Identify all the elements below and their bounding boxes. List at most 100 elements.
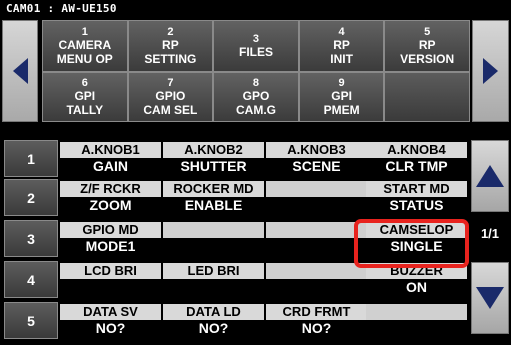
setting-cell-camselop[interactable]: CAMSELOP SINGLE (366, 222, 467, 255)
row-number-button[interactable]: 4 (4, 261, 58, 298)
menu-item-label: GPO (242, 88, 270, 103)
setting-value: CLR TMP (366, 158, 467, 175)
menu-item-rp-version[interactable]: 5 RP VERSION (384, 20, 470, 72)
menu-item-label: TALLY (66, 102, 104, 117)
menu-item-number: 7 (167, 76, 174, 89)
menu-item-gpo-cam-g[interactable]: 8 GPO CAM.G (213, 72, 299, 122)
setting-value: SINGLE (366, 238, 467, 255)
setting-cell[interactable]: DATA LD NO? (163, 304, 264, 337)
setting-label: DATA LD (163, 304, 264, 320)
setting-cell[interactable]: A.KNOB4 CLR TMP (366, 142, 467, 175)
setting-label (163, 222, 264, 238)
setting-label: CAMSELOP (366, 222, 467, 238)
menu-item-label: GPI (331, 88, 352, 103)
setting-label: CRD FRMT (266, 304, 367, 320)
setting-cell[interactable]: Z/F RCKR ZOOM (60, 181, 161, 214)
menu-grid: 1 CAMERA MENU OP 2 RP SETTING 3 FILES 4 … (42, 20, 470, 122)
setting-cell-empty (266, 263, 367, 296)
setting-label: A.KNOB1 (60, 142, 161, 158)
setting-cell-empty (366, 304, 467, 337)
row-number-button[interactable]: 5 (4, 302, 58, 339)
setting-label: A.KNOB3 (266, 142, 367, 158)
setting-cell[interactable]: LED BRI (163, 263, 264, 296)
menu-prev-button[interactable] (2, 20, 38, 122)
menu-item-label: RP (333, 37, 350, 52)
setting-label: A.KNOB4 (366, 142, 467, 158)
menu-next-button[interactable] (472, 20, 509, 122)
setting-value: STATUS (366, 197, 467, 214)
menu-item-number: 2 (167, 25, 174, 38)
menu-item-camera-menu-op[interactable]: 1 CAMERA MENU OP (42, 20, 128, 72)
row-number-button[interactable]: 2 (4, 179, 58, 216)
setting-cell-empty (266, 181, 367, 214)
setting-cell[interactable]: A.KNOB2 SHUTTER (163, 142, 264, 175)
setting-cell[interactable]: LCD BRI (60, 263, 161, 296)
menu-item-rp-init[interactable]: 4 RP INIT (298, 20, 385, 72)
setting-label: START MD (366, 181, 467, 197)
setting-value (266, 279, 367, 296)
setting-value: NO? (60, 320, 161, 337)
menu-item-rp-setting[interactable]: 2 RP SETTING (127, 20, 214, 72)
setting-value (60, 279, 161, 296)
setting-value: NO? (163, 320, 264, 337)
setting-value (266, 238, 367, 255)
setting-value (266, 197, 367, 214)
setting-cell[interactable]: A.KNOB1 GAIN (60, 142, 161, 175)
table-row: 1 A.KNOB1 GAIN A.KNOB2 SHUTTER A.KNOB3 S… (4, 140, 469, 177)
setting-label: DATA SV (60, 304, 161, 320)
menu-item-number: 3 (252, 32, 260, 45)
menu-item-label: GPI (74, 88, 96, 103)
setting-value: SCENE (266, 158, 367, 175)
menu-item-label: SETTING (144, 51, 197, 66)
setting-cell-empty (266, 222, 367, 255)
row-number-button[interactable]: 3 (4, 220, 58, 257)
setting-value: ZOOM (60, 197, 161, 214)
left-arrow-icon (12, 58, 28, 84)
menu-item-number: 1 (81, 25, 88, 38)
page-indicator: 1/1 (480, 225, 500, 241)
menu-item-number: 9 (338, 76, 345, 89)
setting-value: SHUTTER (163, 158, 264, 175)
scroll-up-button[interactable] (471, 140, 509, 212)
setting-cell[interactable]: DATA SV NO? (60, 304, 161, 337)
table-row: 5 DATA SV NO? DATA LD NO? CRD FRMT NO? (4, 302, 469, 339)
scroll-down-button[interactable] (471, 262, 509, 334)
menu-item-label: FILES (238, 44, 273, 59)
setting-cell[interactable]: GPIO MD MODE1 (60, 222, 161, 255)
setting-label (266, 263, 367, 279)
row-number-button[interactable]: 1 (4, 140, 58, 177)
setting-cell[interactable]: A.KNOB3 SCENE (266, 142, 367, 175)
setting-label: BUZZER (366, 263, 467, 279)
setting-label: Z/F RCKR (60, 181, 161, 197)
setting-value: NO? (266, 320, 367, 337)
menu-item-label: GPIO (155, 88, 186, 103)
setting-value: ENABLE (163, 197, 264, 214)
setting-cell-empty (163, 222, 264, 255)
menu-item-label: VERSION (400, 51, 455, 66)
menu-item-gpio-cam-sel[interactable]: 7 GPIO CAM SEL (127, 72, 214, 122)
table-row: 4 LCD BRI LED BRI BUZZER ON (4, 261, 469, 298)
menu-item-files[interactable]: 3 FILES (213, 20, 299, 72)
setting-label: GPIO MD (60, 222, 161, 238)
menu-item-number: 8 (252, 76, 260, 89)
menu-item-gpi-tally[interactable]: 6 GPI TALLY (42, 72, 128, 122)
setting-cell[interactable]: START MD STATUS (366, 181, 467, 214)
menu-item-label: RP (162, 37, 179, 52)
setting-label: A.KNOB2 (163, 142, 264, 158)
setting-label (366, 304, 467, 320)
screen-title: CAM01 : AW-UE150 (6, 2, 117, 15)
menu-item-gpi-pmem[interactable]: 9 GPI PMEM (298, 72, 385, 122)
setting-value (163, 279, 264, 296)
menu-item-label: CAM SEL (143, 102, 198, 117)
setting-cell[interactable]: ROCKER MD ENABLE (163, 181, 264, 214)
setting-value (163, 238, 264, 255)
menu-item-number: 6 (81, 76, 88, 89)
setting-label: ROCKER MD (163, 181, 264, 197)
setting-cell[interactable]: CRD FRMT NO? (266, 304, 367, 337)
menu-item-label: CAM.G (235, 102, 276, 117)
setting-cell[interactable]: BUZZER ON (366, 263, 467, 296)
setting-label: LED BRI (163, 263, 264, 279)
setting-value: ON (366, 279, 467, 296)
setting-label (266, 222, 367, 238)
setting-label: LCD BRI (60, 263, 161, 279)
